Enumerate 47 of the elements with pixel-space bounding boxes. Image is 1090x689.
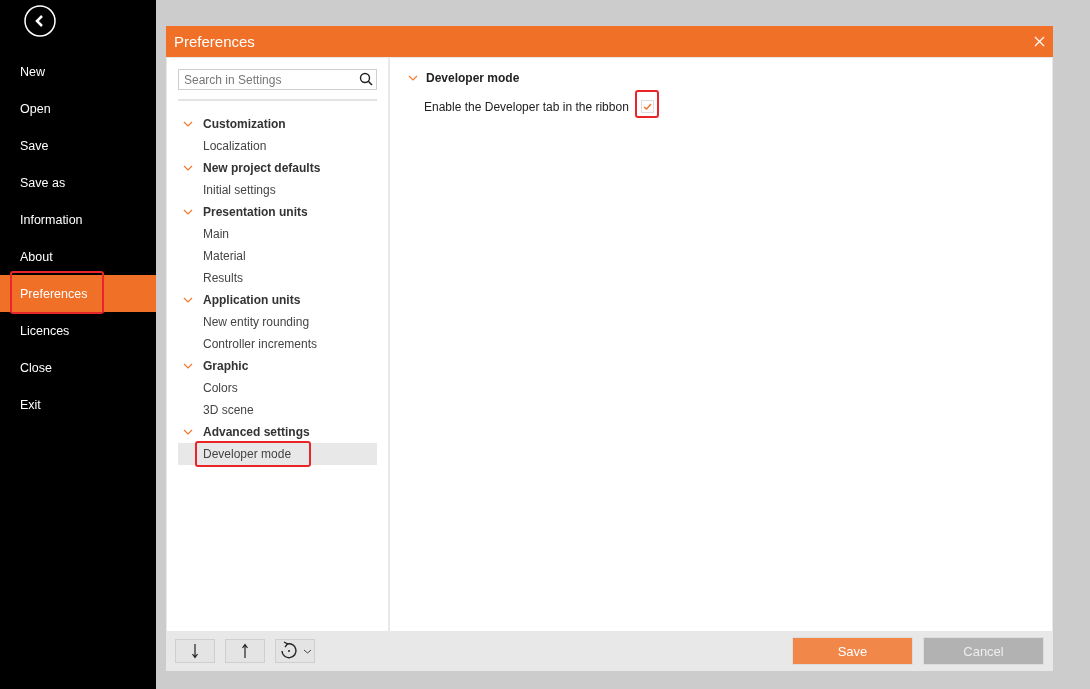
checkbox[interactable] [640,100,654,113]
tree-item[interactable]: Material [178,245,377,267]
section-title[interactable]: Developer mode [426,71,520,85]
tree-item[interactable]: New entity rounding [178,311,377,333]
menu-item[interactable]: About [0,238,156,275]
chevron-icon[interactable] [183,165,193,171]
move-up-button[interactable] [225,639,265,663]
tree-group[interactable]: Application units [203,293,301,307]
menu-item[interactable]: Save [0,127,156,164]
close-icon[interactable] [1034,36,1045,47]
chevron-icon[interactable] [183,297,193,303]
tree-group[interactable]: Presentation units [203,205,308,219]
tree-item[interactable]: Main [178,223,377,245]
tree-group[interactable]: Advanced settings [203,425,310,439]
arrow-up-icon [241,643,249,659]
dialog-title: Preferences [174,33,255,50]
search-field[interactable]: Search in Settings [178,69,377,90]
tree-group[interactable]: Graphic [203,359,249,373]
back-icon[interactable] [24,5,56,37]
reset-dropdown-button[interactable] [275,639,315,663]
chevron-icon[interactable] [183,121,193,127]
tree-item[interactable]: Localization [178,135,377,157]
menu-item[interactable]: Exit [0,386,156,423]
tree-group[interactable]: New project defaults [203,161,321,175]
menu-item[interactable]: Save as [0,164,156,201]
chevron-icon[interactable] [408,75,418,81]
tree-item[interactable]: Results [178,267,377,289]
arrow-down-icon [191,643,199,659]
tree-item[interactable]: Initial settings [178,179,377,201]
menu-item[interactable]: New [0,53,156,90]
chevron-icon[interactable] [183,209,193,215]
chevron-icon[interactable] [183,429,193,435]
tree-item[interactable]: 3D scene [178,399,377,421]
tree-item[interactable]: Controller increments [178,333,377,355]
tree-item[interactable]: Colors [178,377,377,399]
tree-item[interactable]: Developer mode [178,443,377,465]
menu-item[interactable]: Information [0,201,156,238]
menu-item[interactable]: Open [0,90,156,127]
tree-group[interactable]: Customization [203,117,286,131]
menu-item[interactable]: Licences [0,312,156,349]
chevron-icon[interactable] [183,363,193,369]
option-label: Enable the Developer tab in the ribbon [424,99,629,114]
reset-icon [278,641,299,661]
menu-item[interactable]: Close [0,349,156,386]
search-icon[interactable] [359,72,373,86]
move-down-button[interactable] [175,639,215,663]
caret-icon [302,648,312,654]
